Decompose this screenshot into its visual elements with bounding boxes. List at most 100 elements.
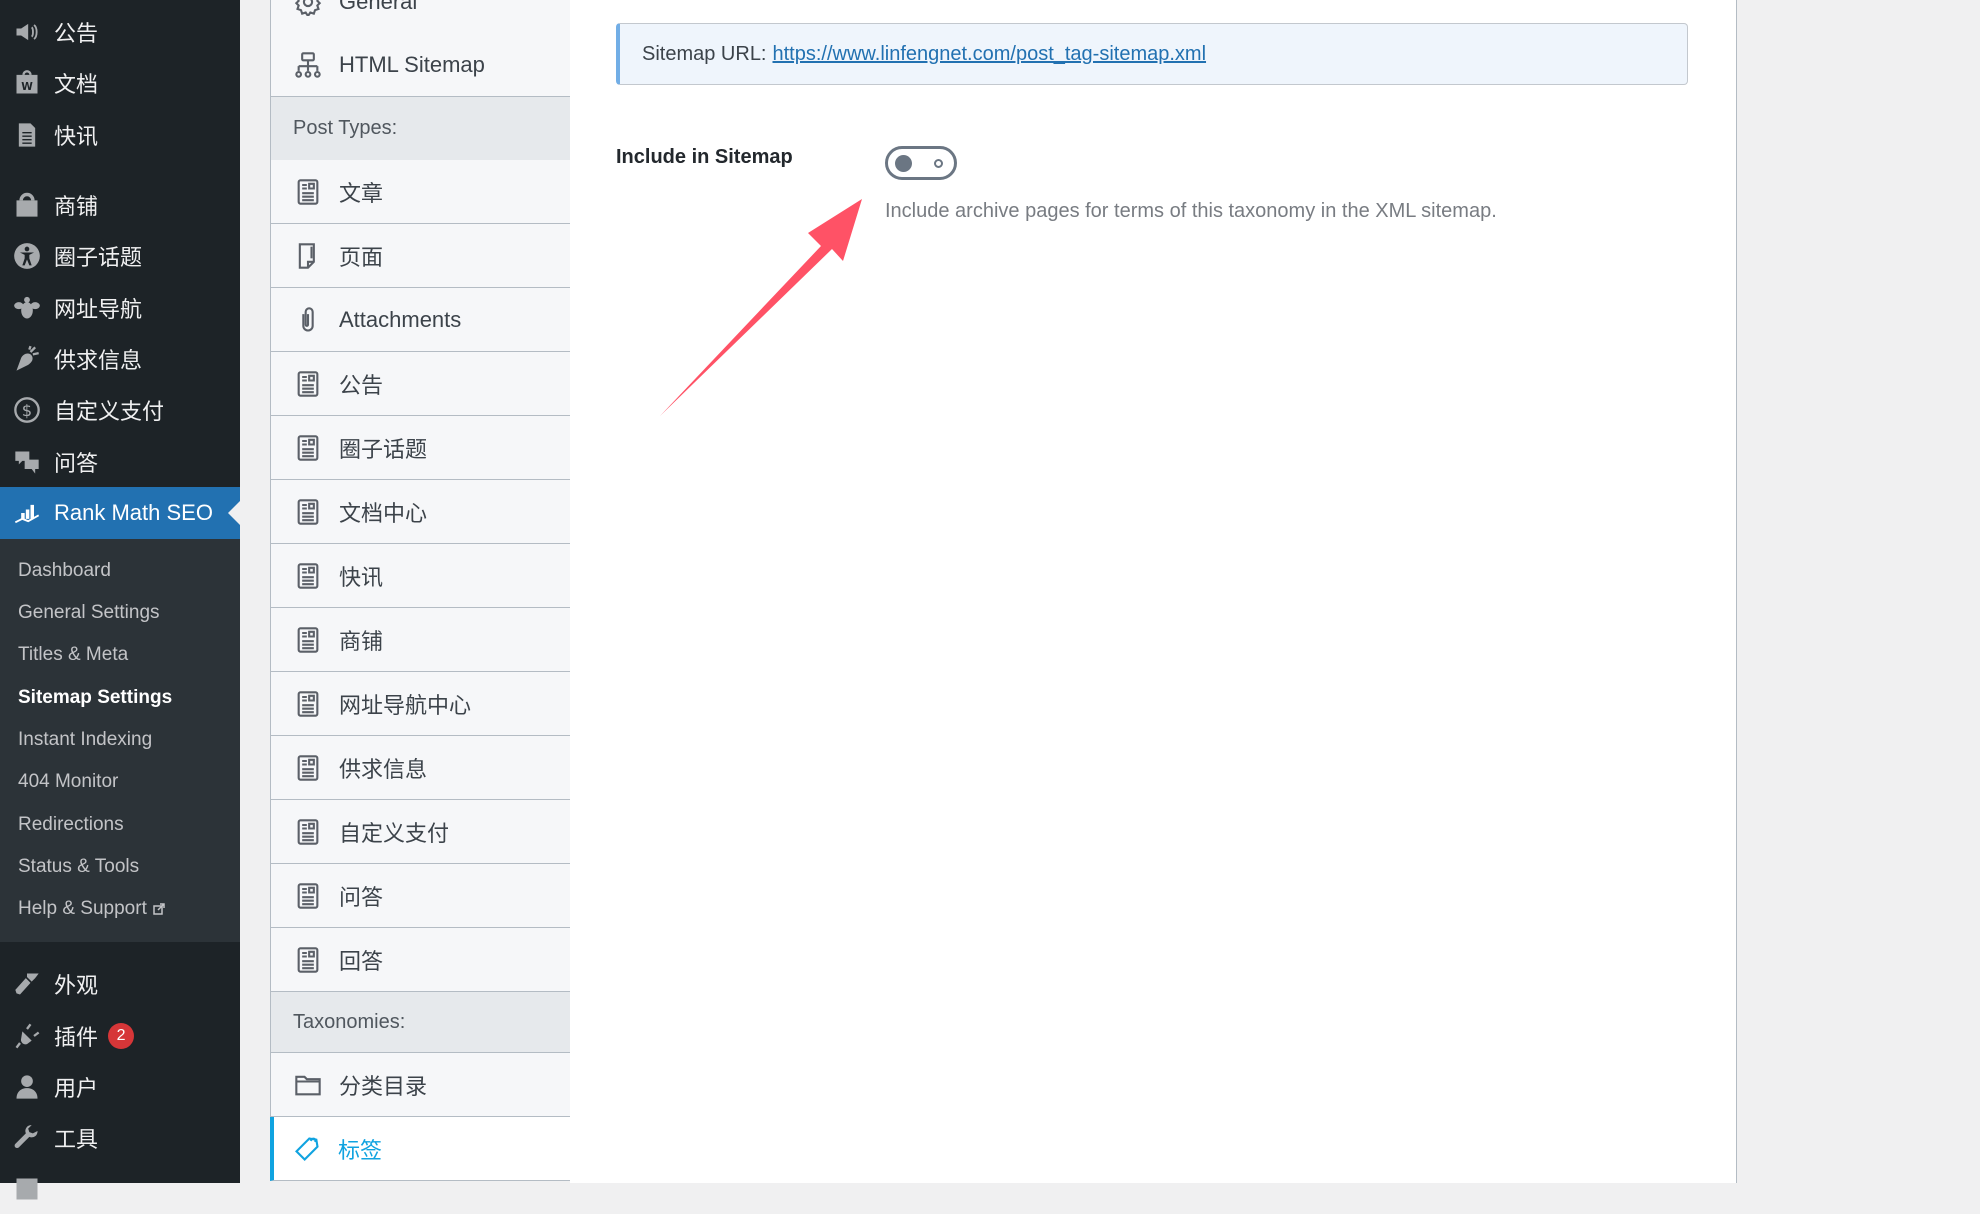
include-in-sitemap-toggle[interactable] xyxy=(885,146,957,180)
submenu-404-monitor[interactable]: 404 Monitor xyxy=(18,767,118,797)
tab-post-type[interactable]: 商铺 xyxy=(270,608,572,672)
post-icon xyxy=(293,689,323,719)
post-icon xyxy=(293,369,323,399)
submenu-sitemap-settings[interactable]: Sitemap Settings xyxy=(18,683,172,713)
news-icon xyxy=(12,120,42,150)
menu-item-tools[interactable]: 工具 xyxy=(0,1113,240,1163)
post-icon xyxy=(293,753,323,783)
settings-icon xyxy=(12,1174,42,1204)
post-icon xyxy=(293,561,323,591)
submenu-dashboard[interactable]: Dashboard xyxy=(18,556,111,586)
submenu-general-settings[interactable]: General Settings xyxy=(18,598,160,628)
megaphone-icon xyxy=(12,17,42,47)
tab-label: General xyxy=(339,0,418,14)
dollar-icon: $ xyxy=(12,395,42,425)
submenu-instant-indexing[interactable]: Instant Indexing xyxy=(18,725,152,755)
tab-label: 网址导航中心 xyxy=(339,692,472,718)
tab-label: 公告 xyxy=(339,372,384,398)
tab-label: 回答 xyxy=(339,948,384,974)
tab-label: 圈子话题 xyxy=(339,436,428,462)
update-count-badge: 2 xyxy=(108,1023,135,1049)
menu-item-label: 插件 xyxy=(54,1025,99,1050)
paintbrush-icon xyxy=(12,969,42,999)
menu-item-shop[interactable]: 商铺 xyxy=(0,180,240,230)
section-heading: Taxonomies: xyxy=(293,1010,406,1033)
tab-label: 快讯 xyxy=(339,564,384,590)
menu-item-qa[interactable]: 问答 xyxy=(0,437,240,487)
menu-item-docs[interactable]: W 文档 xyxy=(0,58,240,108)
chat-bubbles-icon xyxy=(12,447,42,477)
post-icon xyxy=(293,817,323,847)
include-in-sitemap-label: Include in Sitemap xyxy=(616,146,793,168)
tab-post-type[interactable]: 页面 xyxy=(270,224,572,288)
menu-item-label: 问答 xyxy=(54,451,99,476)
taxonomies-header: Taxonomies: xyxy=(270,992,572,1053)
tab-label: 页面 xyxy=(339,244,384,270)
menu-item-navigation[interactable]: 网址导航 xyxy=(0,283,240,333)
tab-label: 标签 xyxy=(338,1137,383,1163)
tab-html-sitemap[interactable]: HTML Sitemap xyxy=(270,33,572,97)
menu-item-topics[interactable]: 圈子话题 xyxy=(0,231,240,281)
tab-post-type[interactable]: 文章 xyxy=(270,160,572,224)
bee-icon xyxy=(12,293,42,323)
menu-item-label: 外观 xyxy=(54,973,99,998)
tab-label: 问答 xyxy=(339,884,384,910)
post-icon xyxy=(293,177,323,207)
section-heading: Post Types: xyxy=(293,117,398,139)
docs-icon: W xyxy=(12,68,42,98)
tab-taxonomy-tag[interactable]: 标签 xyxy=(270,1117,571,1181)
tab-label: 文章 xyxy=(339,180,384,206)
include-in-sitemap-description: Include archive pages for terms of this … xyxy=(885,200,1497,222)
wrench-icon xyxy=(12,1123,42,1153)
menu-item-plugins[interactable]: 插件 2 xyxy=(0,1011,240,1061)
submenu-help-support-label: Help & Support xyxy=(18,898,147,919)
external-link-icon xyxy=(153,903,165,915)
rank-math-submenu: Dashboard General Settings Titles & Meta… xyxy=(0,539,240,942)
tab-post-type[interactable]: 自定义支付 xyxy=(270,800,572,864)
tab-post-type[interactable]: 网址导航中心 xyxy=(270,672,572,736)
menu-item-news[interactable]: 快讯 xyxy=(0,110,240,160)
tab-post-type[interactable]: 公告 xyxy=(270,352,572,416)
tab-post-type[interactable]: 回答 xyxy=(270,928,572,992)
tab-label: 供求信息 xyxy=(339,756,428,782)
menu-item-rank-math[interactable]: Rank Math SEO xyxy=(0,487,240,539)
menu-item-settings[interactable] xyxy=(0,1164,240,1214)
tab-post-type[interactable]: Attachments xyxy=(270,288,572,352)
menu-item-label: 工具 xyxy=(54,1127,99,1152)
submenu-titles-meta[interactable]: Titles & Meta xyxy=(18,640,128,670)
menu-item-users[interactable]: 用户 xyxy=(0,1062,240,1112)
post-icon xyxy=(293,625,323,655)
tab-taxonomy-category[interactable]: 分类目录 xyxy=(270,1053,572,1117)
settings-panel: Sitemap URL: https://www.linfengnet.com/… xyxy=(570,0,1737,1183)
menu-item-appearance[interactable]: 外观 xyxy=(0,959,240,1009)
shop-bag-icon xyxy=(12,190,42,220)
submenu-redirections[interactable]: Redirections xyxy=(18,810,124,840)
submenu-help-support[interactable]: Help & Support xyxy=(18,894,165,924)
menu-item-supply[interactable]: 供求信息 xyxy=(0,334,240,384)
tab-post-type[interactable]: 供求信息 xyxy=(270,736,572,800)
tab-post-type[interactable]: 圈子话题 xyxy=(270,416,572,480)
tab-post-type[interactable]: 问答 xyxy=(270,864,572,928)
folder-icon xyxy=(293,1070,323,1100)
submenu-status-tools[interactable]: Status & Tools xyxy=(18,852,139,882)
tab-label: 文档中心 xyxy=(339,500,428,526)
tab-general[interactable]: General xyxy=(270,0,572,34)
user-icon xyxy=(12,1072,42,1102)
sitemap-url-link[interactable]: https://www.linfengnet.com/post_tag-site… xyxy=(773,43,1207,66)
menu-item-payment[interactable]: $ 自定义支付 xyxy=(0,385,240,435)
menu-item-label: 商铺 xyxy=(54,194,99,219)
menu-item-label: 自定义支付 xyxy=(54,399,165,424)
gear-icon xyxy=(293,0,323,17)
toggle-off-indicator xyxy=(934,159,943,168)
tab-post-type[interactable]: 文档中心 xyxy=(270,480,572,544)
carrot-icon xyxy=(12,344,42,374)
menu-item-label: 圈子话题 xyxy=(54,245,143,270)
menu-item-label: 供求信息 xyxy=(54,348,143,373)
tab-post-type[interactable]: 快讯 xyxy=(270,544,572,608)
menu-item-announcement[interactable]: 公告 xyxy=(0,7,240,57)
sitemap-url-label: Sitemap URL: xyxy=(642,42,767,65)
tab-label: 自定义支付 xyxy=(339,820,450,846)
admin-sidebar: 公告 W 文档 快讯 商铺 圈子话题 网址导航 供求信息 $ 自定义支付 问答 … xyxy=(0,0,240,1200)
tab-label: Attachments xyxy=(339,306,462,332)
plugin-icon xyxy=(12,1021,42,1051)
